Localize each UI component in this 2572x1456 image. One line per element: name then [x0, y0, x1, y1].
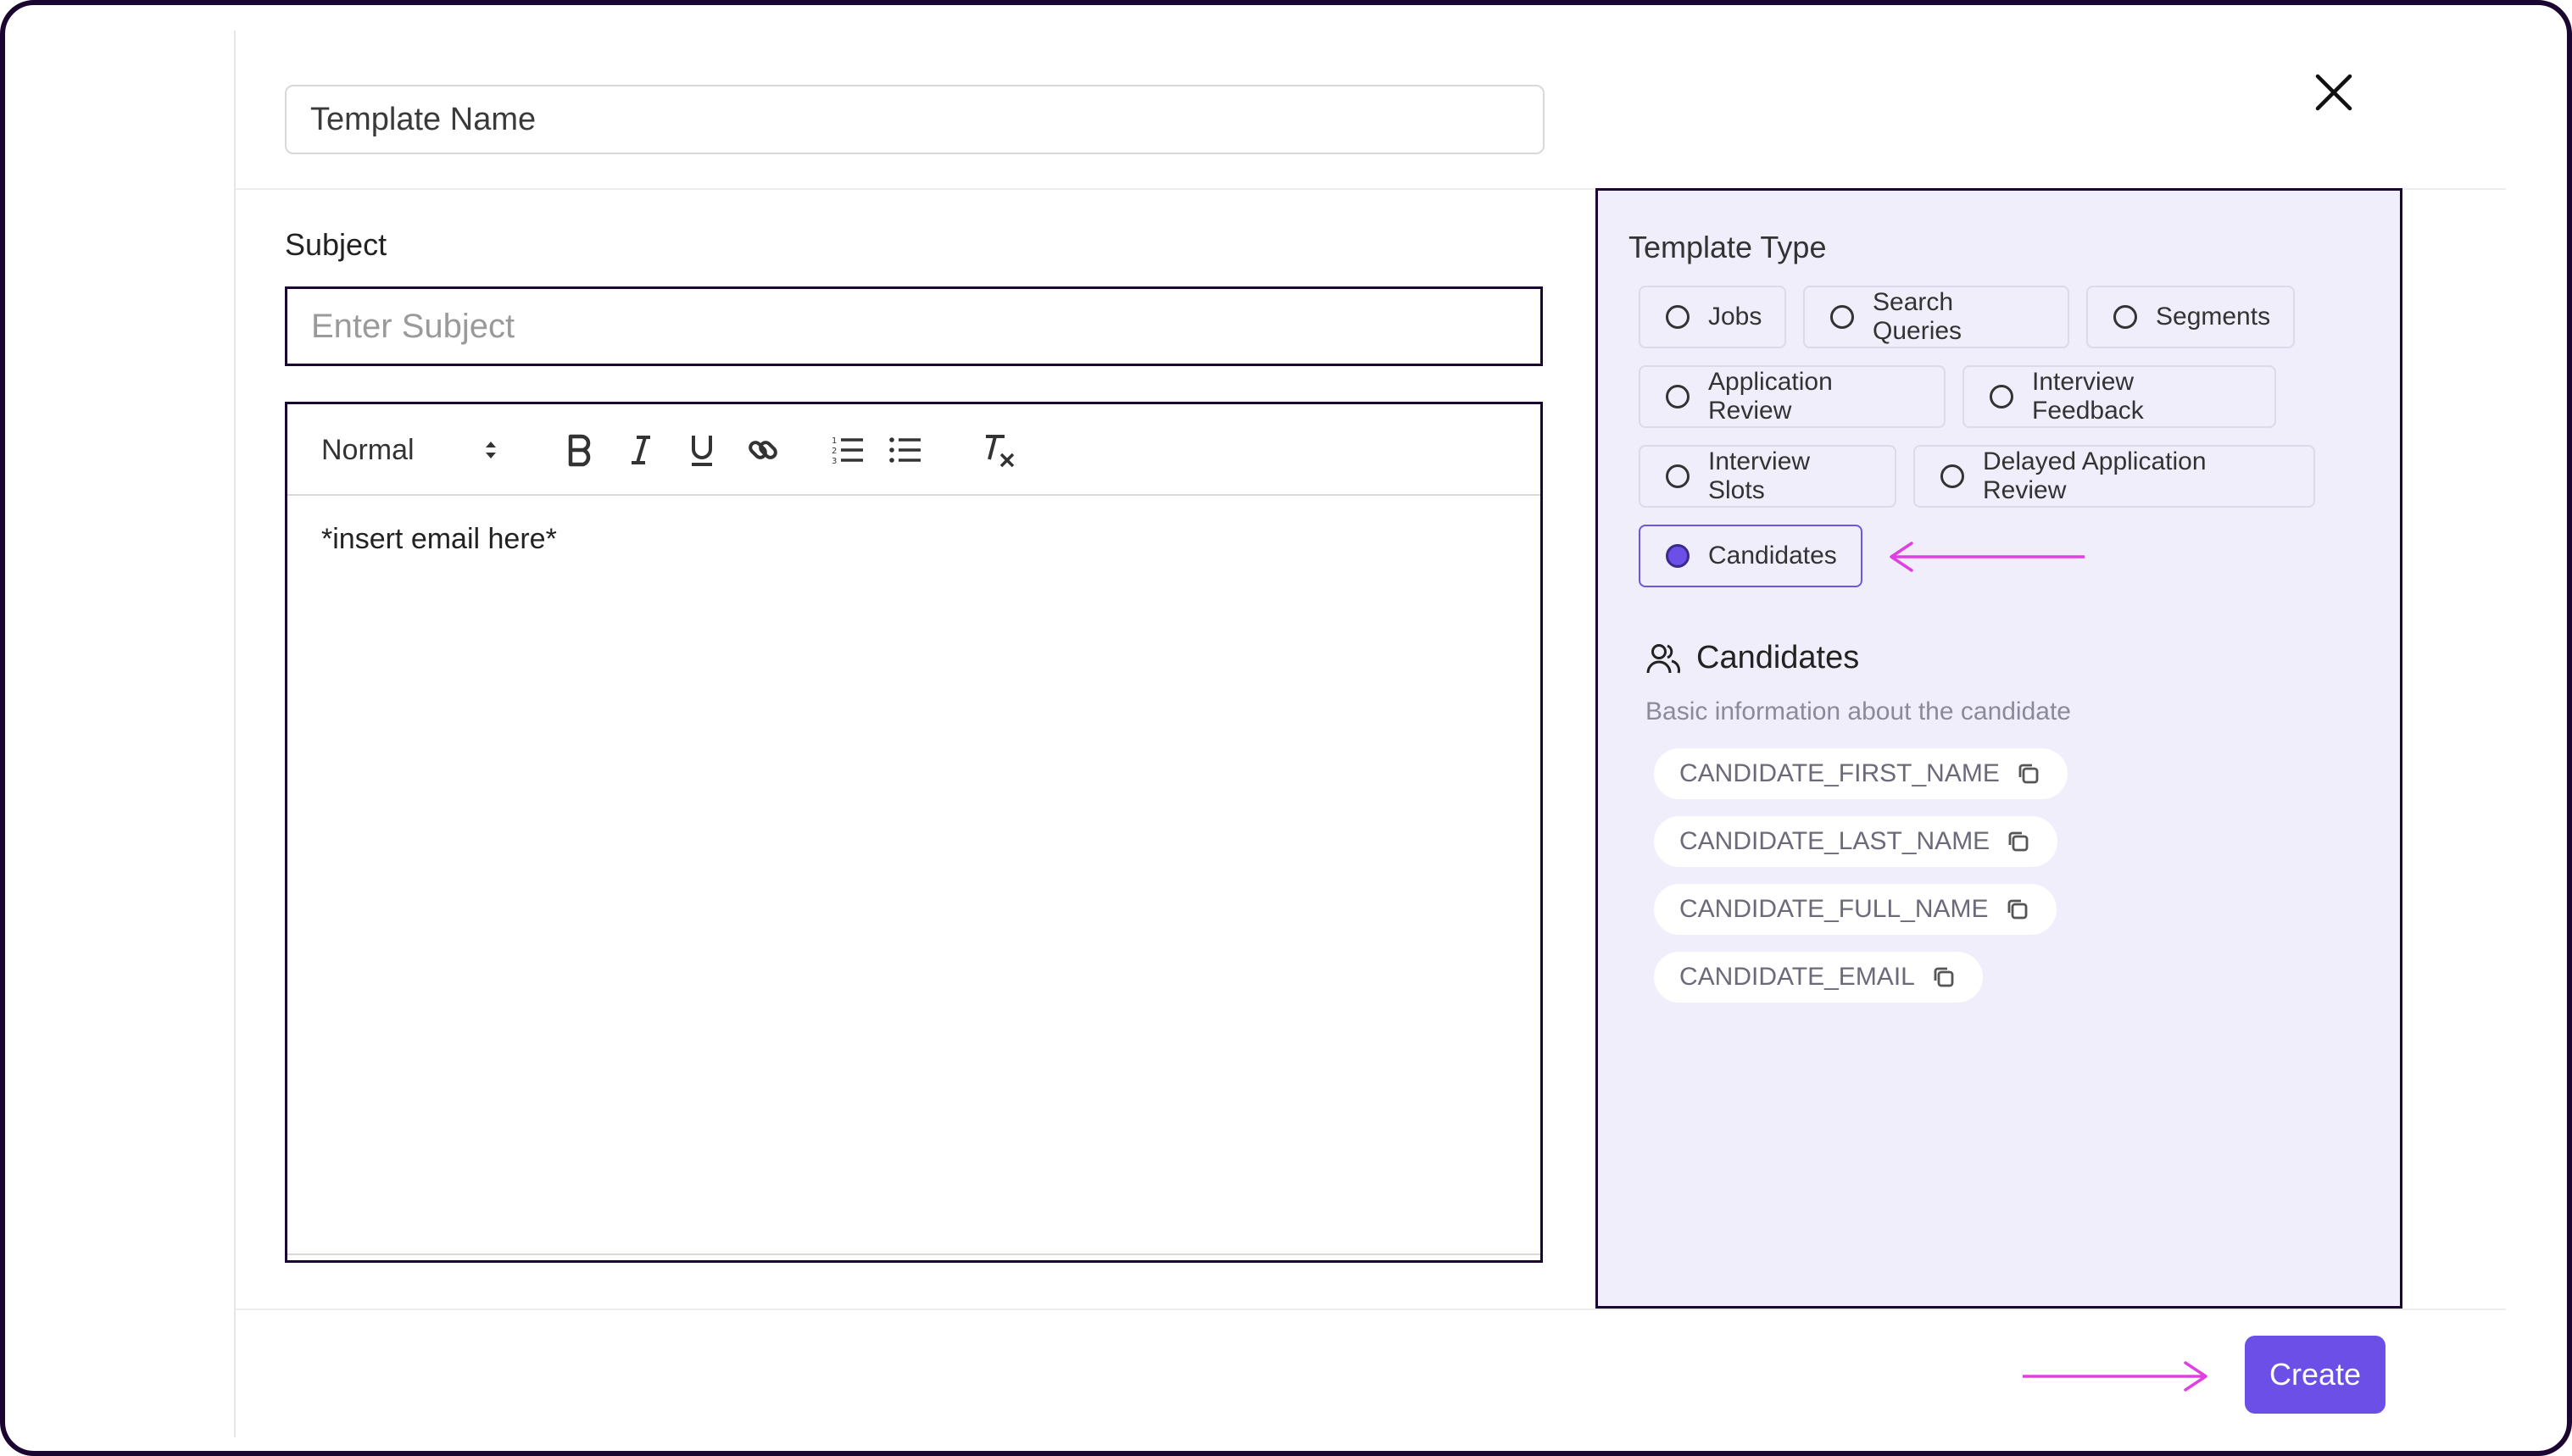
- radio-icon: [1830, 305, 1854, 329]
- users-icon: [1646, 643, 1680, 673]
- type-option-interview-feedback[interactable]: Interview Feedback: [1962, 365, 2276, 428]
- type-option-label: Application Review: [1708, 368, 1833, 425]
- editor-toolbar: Normal 123: [287, 404, 1540, 496]
- type-option-label: Jobs: [1708, 303, 1762, 331]
- radio-icon: [1666, 464, 1690, 488]
- format-select[interactable]: Normal: [321, 430, 508, 470]
- annotation-arrow-left-icon: [1890, 542, 2085, 572]
- bullet-list-icon[interactable]: [884, 430, 927, 470]
- subject-input[interactable]: Enter Subject: [285, 286, 1543, 366]
- type-option-label: Segments: [2156, 303, 2271, 331]
- type-option-label: Interview Slots: [1708, 447, 1811, 504]
- email-editor[interactable]: Normal 123 *insert email here*: [285, 402, 1543, 1263]
- create-button[interactable]: Create: [2245, 1336, 2386, 1414]
- variable-chip[interactable]: CANDIDATE_FULL_NAME: [1654, 884, 2057, 935]
- copy-icon[interactable]: [2005, 828, 2032, 855]
- type-option-interview-slots[interactable]: Interview Slots: [1639, 445, 1896, 508]
- variable-chip[interactable]: CANDIDATE_EMAIL: [1654, 952, 1983, 1003]
- template-name-value: Template Name: [310, 101, 537, 137]
- svg-text:3: 3: [832, 457, 837, 466]
- type-option-label: Search Queries: [1873, 288, 1962, 345]
- type-option-label: Delayed Application Review: [1983, 447, 2207, 504]
- variable-name: CANDIDATE_FULL_NAME: [1679, 895, 1989, 923]
- radio-icon: [1666, 305, 1690, 329]
- radio-icon: [1940, 464, 1964, 488]
- template-type-panel: Template Type Jobs Search Queries Segmen…: [1595, 188, 2402, 1309]
- radio-icon: [2113, 305, 2137, 329]
- type-option-delayed-application-review[interactable]: Delayed Application Review: [1913, 445, 2315, 508]
- radio-selected-icon: [1666, 544, 1690, 568]
- variables-title: Candidates: [1696, 640, 1860, 675]
- footer-divider: [236, 1309, 2506, 1310]
- type-option-label: Interview Feedback: [2032, 368, 2144, 425]
- editor-bottom-border: [287, 1253, 1540, 1255]
- clear-format-icon[interactable]: [974, 430, 1022, 470]
- subject-label: Subject: [285, 227, 387, 262]
- type-option-candidates[interactable]: Candidates: [1639, 525, 1862, 587]
- copy-icon[interactable]: [2015, 760, 2042, 787]
- annotation-arrow-right-icon: [2023, 1361, 2207, 1392]
- italic-icon[interactable]: [620, 430, 662, 470]
- variable-name: CANDIDATE_LAST_NAME: [1679, 827, 1990, 855]
- editor-body-text: *insert email here*: [321, 523, 557, 555]
- template-name-input[interactable]: Template Name: [285, 85, 1545, 154]
- variable-chip[interactable]: CANDIDATE_FIRST_NAME: [1654, 748, 2068, 799]
- format-select-icon: [486, 442, 496, 458]
- radio-icon: [1666, 385, 1690, 408]
- radio-icon: [1990, 385, 2013, 408]
- subject-placeholder: Enter Subject: [311, 307, 515, 345]
- svg-text:1: 1: [832, 436, 837, 446]
- type-option-jobs[interactable]: Jobs: [1639, 286, 1786, 348]
- underline-icon[interactable]: [681, 430, 723, 470]
- type-option-search-queries[interactable]: Search Queries: [1803, 286, 2069, 348]
- variable-chip[interactable]: CANDIDATE_LAST_NAME: [1654, 816, 2058, 867]
- close-icon[interactable]: [2311, 69, 2357, 115]
- type-option-application-review[interactable]: Application Review: [1639, 365, 1946, 428]
- ordered-list-icon[interactable]: 123: [827, 430, 869, 470]
- bold-icon[interactable]: [559, 430, 601, 470]
- type-option-label: Candidates: [1708, 542, 1837, 570]
- variables-description: Basic information about the candidate: [1645, 697, 2071, 725]
- svg-text:2: 2: [832, 447, 837, 456]
- format-select-value: Normal: [321, 433, 415, 466]
- template-type-label: Template Type: [1628, 230, 1827, 264]
- copy-icon[interactable]: [1930, 964, 1957, 991]
- variable-name: CANDIDATE_EMAIL: [1679, 963, 1915, 991]
- copy-icon[interactable]: [2004, 896, 2031, 923]
- type-option-segments[interactable]: Segments: [2086, 286, 2295, 348]
- create-button-label: Create: [2269, 1357, 2362, 1392]
- link-icon[interactable]: [742, 430, 784, 470]
- variables-header: Candidates: [1645, 640, 1859, 676]
- window-frame: Template Name Subject Enter Subject Norm…: [0, 0, 2572, 1456]
- variable-name: CANDIDATE_FIRST_NAME: [1679, 759, 2000, 787]
